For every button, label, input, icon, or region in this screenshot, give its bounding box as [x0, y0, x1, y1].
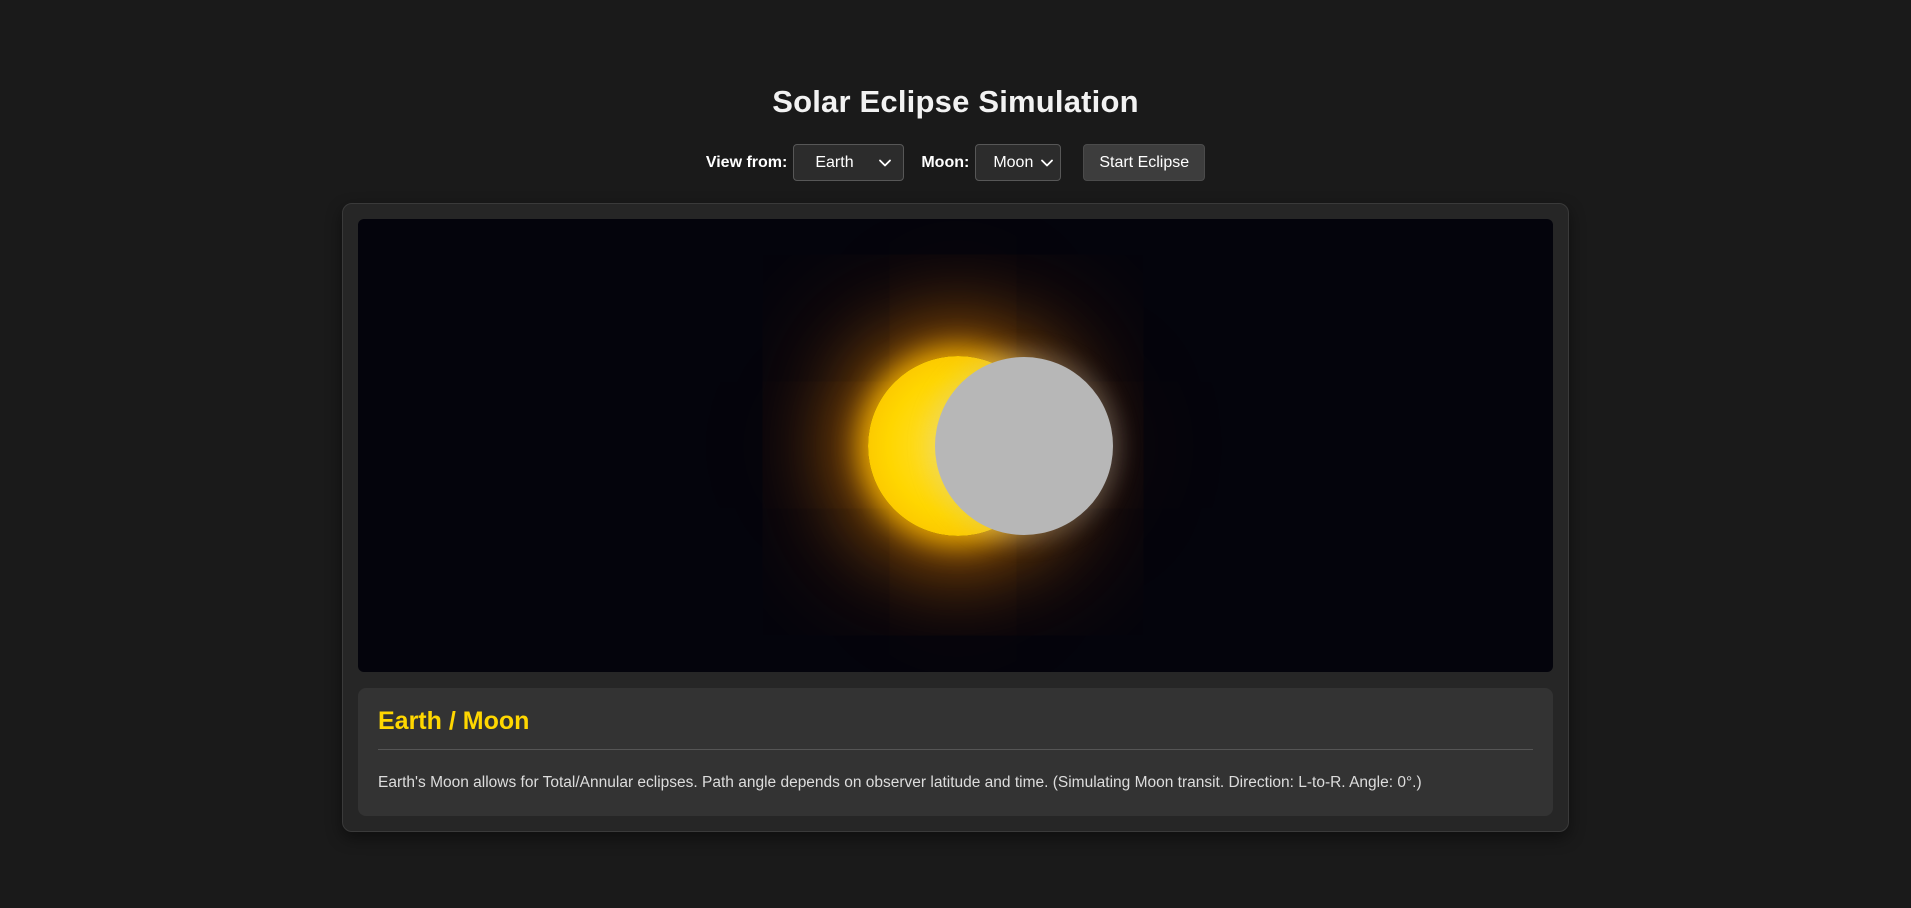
- moon-select-value: Moon: [993, 154, 1033, 172]
- info-description: Earth's Moon allows for Total/Annular ec…: [378, 773, 1533, 792]
- simulation-canvas: [358, 219, 1553, 672]
- moon-graphic: [935, 357, 1113, 535]
- chevron-down-icon: [879, 159, 891, 167]
- controls-bar: View from: Earth Moon: Moon Start Eclips…: [0, 144, 1911, 181]
- start-eclipse-button[interactable]: Start Eclipse: [1083, 144, 1205, 181]
- moon-label: Moon:: [921, 154, 969, 172]
- view-from-select-value: Earth: [815, 154, 853, 172]
- simulation-panel: Earth / Moon Earth's Moon allows for Tot…: [342, 203, 1569, 832]
- info-heading: Earth / Moon: [378, 706, 1533, 736]
- divider: [378, 749, 1533, 750]
- app-root: Solar Eclipse Simulation View from: Eart…: [0, 0, 1911, 832]
- page-title: Solar Eclipse Simulation: [0, 84, 1911, 120]
- chevron-down-icon: [1041, 159, 1053, 167]
- moon-select[interactable]: Moon: [975, 144, 1061, 181]
- info-section: Earth / Moon Earth's Moon allows for Tot…: [358, 688, 1553, 816]
- view-from-select[interactable]: Earth: [793, 144, 904, 181]
- view-from-label: View from:: [706, 154, 788, 172]
